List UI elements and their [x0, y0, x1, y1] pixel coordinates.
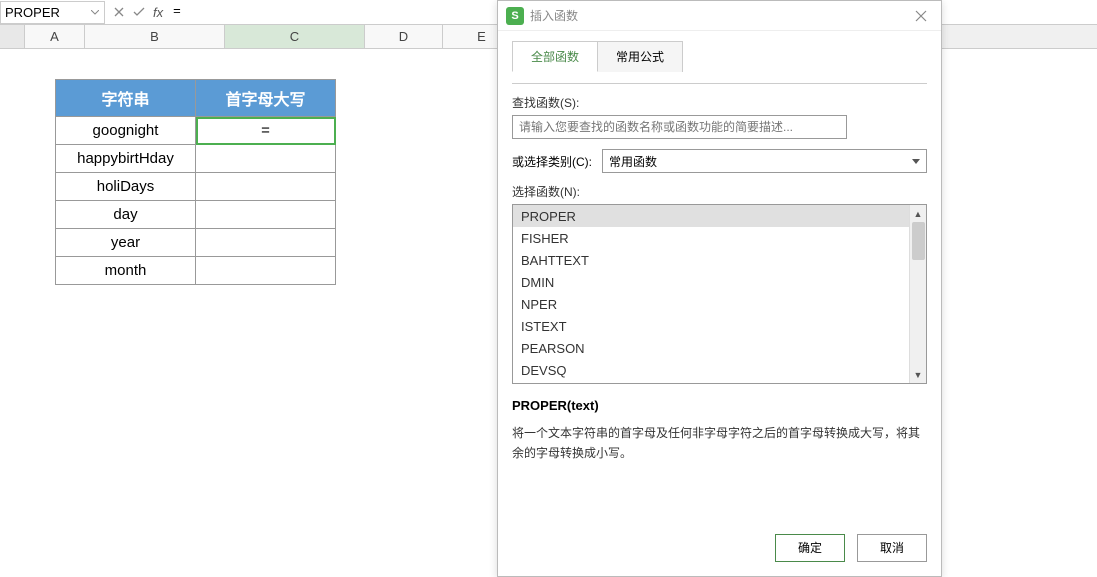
- cell-string[interactable]: happybirtHday: [56, 145, 196, 173]
- app-icon: S: [506, 7, 524, 25]
- table-row: day: [56, 201, 336, 229]
- scroll-up-icon[interactable]: ▲: [910, 205, 926, 222]
- insert-function-dialog: S 插入函数 全部函数 常用公式 查找函数(S): 或选择类别(C): 常用函数…: [497, 0, 942, 577]
- ok-button[interactable]: 确定: [775, 534, 845, 562]
- function-item[interactable]: NPER: [513, 293, 909, 315]
- col-header-a[interactable]: A: [25, 25, 85, 48]
- table-header-string: 字符串: [56, 80, 196, 117]
- formula-cancel-icon[interactable]: [109, 1, 129, 23]
- function-list: PROPERFISHERBAHTTEXTDMINNPERISTEXTPEARSO…: [512, 204, 927, 384]
- function-item[interactable]: DEVSQ: [513, 359, 909, 381]
- close-icon[interactable]: [909, 4, 933, 28]
- function-item[interactable]: ISTEXT: [513, 315, 909, 337]
- cell-string[interactable]: month: [56, 257, 196, 285]
- name-box[interactable]: PROPER: [0, 1, 105, 24]
- table-header-proper: 首字母大写: [196, 80, 336, 117]
- scroll-thumb[interactable]: [912, 222, 925, 260]
- scroll-down-icon[interactable]: ▼: [910, 366, 926, 383]
- function-item[interactable]: FISHER: [513, 227, 909, 249]
- col-header-c[interactable]: C: [225, 25, 365, 48]
- table-row: goognight=: [56, 117, 336, 145]
- select-all-corner[interactable]: [0, 25, 25, 48]
- cell-string[interactable]: goognight: [56, 117, 196, 145]
- data-table: 字符串 首字母大写 goognight=happybirtHdayholiDay…: [55, 79, 336, 285]
- cell-string[interactable]: holiDays: [56, 173, 196, 201]
- cell-proper[interactable]: [196, 257, 336, 285]
- tab-all-functions[interactable]: 全部函数: [512, 41, 598, 72]
- cell-proper[interactable]: [196, 173, 336, 201]
- cell-proper[interactable]: [196, 145, 336, 173]
- col-header-b[interactable]: B: [85, 25, 225, 48]
- function-item[interactable]: PEARSON: [513, 337, 909, 359]
- tab-common-formulas[interactable]: 常用公式: [598, 41, 683, 72]
- col-header-d[interactable]: D: [365, 25, 443, 48]
- name-box-value: PROPER: [5, 5, 60, 20]
- table-row: happybirtHday: [56, 145, 336, 173]
- dialog-title: 插入函数: [530, 7, 909, 24]
- category-select[interactable]: 常用函数: [602, 149, 927, 173]
- category-label: 或选择类别(C):: [512, 153, 602, 170]
- chevron-down-icon[interactable]: [90, 10, 100, 15]
- search-label: 查找函数(S):: [512, 94, 927, 111]
- select-function-label: 选择函数(N):: [512, 183, 927, 200]
- dialog-tabs: 全部函数 常用公式: [512, 41, 927, 72]
- scrollbar[interactable]: ▲ ▼: [909, 205, 926, 383]
- table-row: holiDays: [56, 173, 336, 201]
- category-value: 常用函数: [609, 153, 657, 170]
- function-item[interactable]: BAHTTEXT: [513, 249, 909, 271]
- fx-icon[interactable]: fx: [153, 5, 163, 20]
- function-description: 将一个文本字符串的首字母及任何非字母字符之后的首字母转换成大写，将其余的字母转换…: [512, 423, 927, 464]
- cell-proper[interactable]: [196, 201, 336, 229]
- function-item[interactable]: PROPER: [513, 205, 909, 227]
- function-signature: PROPER(text): [512, 398, 927, 413]
- chevron-down-icon: [912, 159, 920, 164]
- cell-string[interactable]: year: [56, 229, 196, 257]
- dialog-body: 全部函数 常用公式 查找函数(S): 或选择类别(C): 常用函数 选择函数(N…: [498, 31, 941, 524]
- table-row: year: [56, 229, 336, 257]
- search-input[interactable]: [512, 115, 847, 139]
- cancel-button[interactable]: 取消: [857, 534, 927, 562]
- function-item[interactable]: DMIN: [513, 271, 909, 293]
- table-row: month: [56, 257, 336, 285]
- formula-accept-icon[interactable]: [129, 1, 149, 23]
- cell-string[interactable]: day: [56, 201, 196, 229]
- dialog-titlebar[interactable]: S 插入函数: [498, 1, 941, 31]
- cell-proper[interactable]: [196, 229, 336, 257]
- cell-proper[interactable]: =: [196, 117, 336, 145]
- dialog-buttons: 确定 取消: [498, 524, 941, 576]
